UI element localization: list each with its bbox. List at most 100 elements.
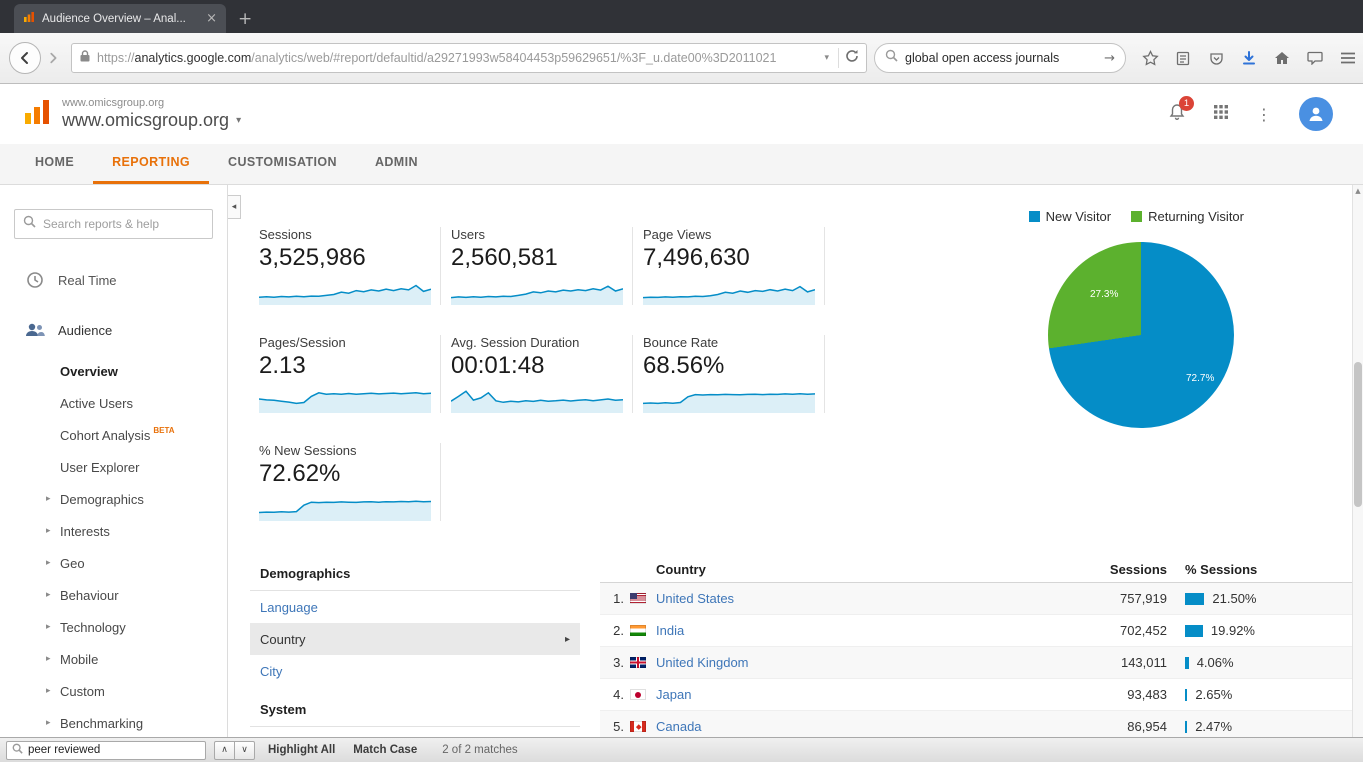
expand-arrow-icon: ▸ [46,526,60,536]
account-selector[interactable]: www.omicsgroup.org ▾ [62,110,241,131]
sessions-value: 86,954 [1027,719,1167,734]
pie-slice-label-returning: 27.3% [1090,289,1118,300]
country-link[interactable]: Japan [656,687,1027,702]
sidebar-item-custom[interactable]: ▸Custom [0,675,227,707]
bookmarks-list-icon[interactable] [1174,51,1192,66]
beta-badge: BETA [153,426,174,435]
find-previous-icon[interactable]: ∧ [214,741,235,760]
menu-hamburger-icon[interactable] [1339,52,1357,64]
demographics-item-city[interactable]: City [250,655,580,687]
vertical-scrollbar[interactable]: ▲ [1352,185,1363,737]
sidebar-item-overview[interactable]: Overview [0,355,227,387]
metric-card-bounce-rate: Bounce Rate 68.56% [643,335,825,413]
ga-nav-tab-admin[interactable]: ADMIN [356,144,437,184]
tab-title: Audience Overview – Anal... [42,13,199,25]
search-icon [885,49,898,67]
url-dropdown-icon[interactable]: ▾ [821,53,832,63]
metric-label: % New Sessions [259,443,432,458]
sidebar-item-label: Demographics [60,492,144,507]
report-main: Sessions3,525,986Users2,560,581Page View… [228,185,1352,737]
sidebar-item-benchmarking[interactable]: ▸Benchmarking [0,707,227,737]
home-icon[interactable] [1273,51,1291,65]
user-avatar[interactable] [1299,97,1333,131]
metric-label: Bounce Rate [643,335,816,350]
browser-tabstrip: Audience Overview – Anal... × + [0,0,1363,33]
download-icon[interactable] [1240,51,1258,66]
find-input[interactable] [28,744,200,756]
notifications-button[interactable]: 1 [1168,103,1186,126]
sidebar-item-audience[interactable]: Audience [0,305,227,355]
scroll-up-icon[interactable]: ▲ [1353,187,1363,195]
pct-sessions-cell: 2.65% [1167,687,1352,702]
flag-cell [630,657,656,668]
scrollbar-thumb[interactable] [1354,362,1362,507]
metric-sparkline [643,383,815,413]
sidebar-item-geo[interactable]: ▸Geo [0,547,227,579]
expand-arrow-icon: ▸ [46,558,60,568]
tab-favicon-icon [23,10,35,28]
hello-chat-icon[interactable] [1306,51,1324,65]
metric-card-page-views: Page Views7,496,630 [643,227,825,305]
sidebar-item-label: Behaviour [60,588,119,603]
sidebar-collapse-button[interactable]: ◂ [228,195,241,219]
metric-value: 2.13 [259,352,432,380]
find-next-icon[interactable]: ∨ [234,741,255,760]
sidebar-item-cohort-analysis[interactable]: Cohort AnalysisBETA [0,419,227,451]
pocket-icon[interactable] [1207,52,1225,65]
find-input-box[interactable] [6,741,206,760]
ga-nav-tab-home[interactable]: HOME [16,144,93,184]
visitor-type-pie-chart: 72.7% 27.3% [1048,242,1234,428]
country-table-header: Country Sessions % Sessions [600,557,1352,583]
tab-close-icon[interactable]: × [206,12,217,25]
sidebar-item-interests[interactable]: ▸Interests [0,515,227,547]
browser-tab-active[interactable]: Audience Overview – Anal... × [14,4,226,33]
sidebar-item-demographics[interactable]: ▸Demographics [0,483,227,515]
expand-arrow-icon: ▸ [46,590,60,600]
sidebar-item-active-users[interactable]: Active Users [0,387,227,419]
ca-flag-icon [630,721,646,732]
country-link[interactable]: United States [656,591,1027,606]
sidebar-search-input[interactable] [43,217,204,231]
sidebar-item-behaviour[interactable]: ▸Behaviour [0,579,227,611]
new-tab-button[interactable]: + [226,4,264,33]
account-title: www.omicsgroup.org [62,110,229,131]
demographics-item-language[interactable]: Language [250,591,580,623]
highlight-all-button[interactable]: Highlight All [263,744,340,756]
in-flag-icon [630,625,646,636]
bookmark-star-icon[interactable] [1141,50,1159,66]
audience-children: OverviewActive UsersCohort AnalysisBETAU… [0,355,227,737]
reload-icon[interactable] [845,49,859,68]
sidebar-item-real-time[interactable]: Real Time [0,255,227,305]
apps-grid-icon[interactable] [1213,104,1229,125]
search-go-icon[interactable]: → [1104,51,1115,66]
pct-bar [1185,593,1204,605]
metric-value: 68.56% [643,352,816,380]
sidebar-item-technology[interactable]: ▸Technology [0,611,227,643]
search-bar[interactable]: → [874,43,1126,73]
country-link[interactable]: United Kingdom [656,655,1027,670]
legend-item-returning-visitor: Returning Visitor [1131,209,1244,224]
metric-label: Users [451,227,624,242]
url-bar[interactable]: https://analytics.google.com/analytics/w… [71,43,867,73]
back-button[interactable] [9,42,41,74]
demographics-item-country[interactable]: Country▸ [250,623,580,655]
system-item-browser[interactable]: Browser [250,727,580,737]
more-options-icon[interactable]: ⋮ [1256,105,1272,124]
country-link[interactable]: Canada [656,719,1027,734]
metric-sparkline [451,383,623,413]
search-input[interactable] [905,51,1097,65]
table-row-united-states: 1.United States757,91921.50% [600,583,1352,615]
country-link[interactable]: India [656,623,1027,638]
sidebar-item-mobile[interactable]: ▸Mobile [0,643,227,675]
ga-nav-tab-reporting[interactable]: REPORTING [93,144,209,184]
ga-header: www.omicsgroup.org www.omicsgroup.org ▾ … [0,84,1363,144]
sidebar-search-box[interactable] [14,209,213,239]
metric-sparkline [451,275,623,305]
legend-label: Returning Visitor [1148,209,1244,224]
find-nav-buttons: ∧ ∨ [214,741,255,760]
sidebar-item-user-explorer[interactable]: User Explorer [0,451,227,483]
forward-button[interactable] [42,46,64,70]
match-case-button[interactable]: Match Case [348,744,422,756]
url-text: https://analytics.google.com/analytics/w… [97,51,815,65]
ga-nav-tab-customisation[interactable]: CUSTOMISATION [209,144,356,184]
